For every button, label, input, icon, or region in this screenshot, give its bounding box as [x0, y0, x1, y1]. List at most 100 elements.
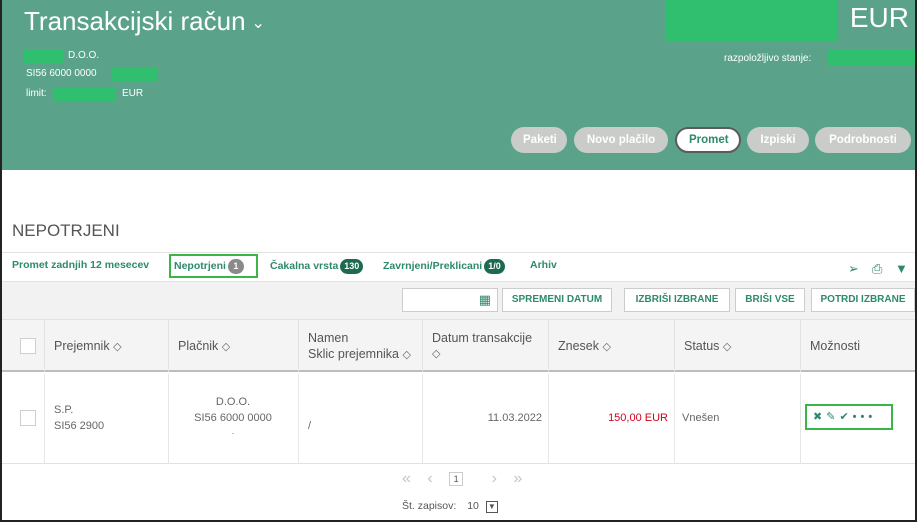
purpose-cell: / [308, 420, 312, 432]
next-page-icon[interactable]: › [492, 470, 497, 487]
payer-name: D.O.O. [215, 396, 251, 408]
first-page-icon[interactable]: « [402, 470, 411, 487]
send-icon[interactable]: ➢ [848, 261, 859, 277]
confirm-icon[interactable]: ✔ [839, 411, 852, 423]
table-row[interactable]: S.P. SI56 2900 D.O.O. SI56 6000 0000 . /… [2, 374, 915, 464]
prev-page-icon[interactable]: ‹ [427, 470, 432, 487]
balance-currency: EUR [849, 2, 909, 33]
action-bar: ▦ SPREMENI DATUM IZBRIŠI IZBRANE BRIŠI V… [2, 282, 915, 320]
filter-icon[interactable]: ▼ [895, 261, 908, 276]
pagination: « ‹ 1 › » [402, 470, 534, 488]
account-iban: SI56 6000 0000 [26, 68, 97, 79]
records-label: Št. zapisov: [402, 500, 457, 512]
page-title: NEPOTRJENI [12, 221, 120, 240]
column-options: Možnosti [810, 339, 861, 353]
masked-available [828, 50, 915, 65]
column-payer[interactable]: Plačnik ◇ [178, 338, 230, 355]
tab-rejected-cancelled[interactable]: Zavrnjeni/Preklicani 1/0 [383, 259, 505, 274]
delete-all-button[interactable]: BRIŠI VSE [735, 288, 805, 312]
sort-icon[interactable]: ◇ [403, 349, 411, 361]
account-title[interactable]: Transakcijski račun ⌄ [24, 6, 265, 37]
sort-icon[interactable]: ◇ [602, 341, 610, 353]
column-amount[interactable]: Znesek ◇ [558, 338, 611, 355]
column-divider [422, 374, 423, 464]
column-label: Znesek [558, 339, 599, 353]
recipient-name: S.P. [54, 404, 74, 416]
records-per-page: Št. zapisov: 10 ▼ [402, 500, 498, 513]
records-value[interactable]: 10 [467, 500, 479, 512]
delete-icon[interactable]: ✖ [813, 411, 826, 423]
packages-button[interactable]: Paketi [511, 127, 567, 153]
column-divider [674, 374, 675, 464]
column-label: Datum transakcije [432, 331, 533, 345]
column-date[interactable]: Datum transakcije ◇ [432, 330, 532, 362]
column-status[interactable]: Status ◇ [684, 338, 731, 355]
tab-count-badge: 1/0 [484, 259, 505, 274]
column-divider [422, 320, 423, 372]
tab-last-12-months[interactable]: Promet zadnjih 12 mesecev [12, 259, 149, 271]
masked-company-name [24, 50, 64, 63]
change-date-button[interactable]: SPREMENI DATUM [502, 288, 612, 312]
new-payment-button[interactable]: Novo plačilo [574, 127, 668, 153]
row-options: ✖✎✔••• [805, 404, 893, 430]
column-divider [44, 320, 45, 372]
delete-selected-button[interactable]: IZBRIŠI IZBRANE [624, 288, 730, 312]
row-checkbox[interactable] [20, 410, 36, 426]
column-label: Status [684, 339, 720, 353]
chevron-down-icon[interactable]: ▼ [485, 501, 498, 513]
masked-balance [665, 0, 837, 42]
column-label-2: Sklic prejemnika [308, 347, 400, 361]
edit-icon[interactable]: ✎ [826, 411, 839, 423]
statements-button[interactable]: Izpiski [747, 127, 809, 153]
tab-bar: Promet zadnjih 12 mesecev Nepotrjeni 1 Ča… [2, 252, 915, 282]
more-icon[interactable]: ••• [853, 411, 877, 423]
payer-extra: . [231, 426, 235, 436]
column-label: Prejemnik [54, 339, 110, 353]
column-divider [168, 320, 169, 372]
sort-icon[interactable]: ◇ [432, 346, 532, 362]
column-divider [800, 374, 801, 464]
tab-queue[interactable]: Čakalna vrsta 130 [270, 259, 364, 274]
column-divider [298, 374, 299, 464]
tab-archive[interactable]: Arhiv [530, 259, 557, 271]
date-input[interactable]: ▦ [402, 288, 498, 312]
current-page[interactable]: 1 [449, 471, 464, 486]
account-header: Transakcijski račun ⌄ D.O.O. SI56 6000 00… [2, 0, 915, 170]
column-divider [548, 320, 549, 372]
masked-limit [54, 88, 116, 101]
limit-label: limit: [26, 88, 47, 99]
column-divider [168, 374, 169, 464]
calendar-icon[interactable]: ▦ [479, 292, 491, 308]
masked-iban [112, 68, 158, 81]
column-label: Plačnik [178, 339, 219, 353]
sort-icon[interactable]: ◇ [222, 341, 230, 353]
tab-label: Čakalna vrsta [270, 260, 339, 272]
sort-icon[interactable]: ◇ [113, 341, 121, 353]
transactions-button[interactable]: Promet [675, 127, 741, 153]
confirm-selected-button[interactable]: POTRDI IZBRANE [811, 288, 915, 312]
table-header: Prejemnik ◇ Plačnik ◇ Namen Sklic prejemn… [2, 320, 915, 372]
tab-label: Arhiv [530, 259, 557, 271]
column-purpose[interactable]: Namen Sklic prejemnika ◇ [308, 330, 411, 363]
tab-label: Zavrnjeni/Preklicani [383, 260, 483, 272]
sort-icon[interactable]: ◇ [723, 341, 731, 353]
payer-cell: D.O.O. SI56 6000 0000 . [178, 394, 288, 436]
column-recipient[interactable]: Prejemnik ◇ [54, 338, 122, 355]
date-cell: 11.03.2022 [487, 412, 542, 424]
details-button[interactable]: Podrobnosti [815, 127, 911, 153]
payer-account: SI56 6000 0000 [194, 412, 272, 424]
limit-currency: EUR [122, 88, 144, 99]
column-label: Namen [308, 331, 349, 345]
column-divider [674, 320, 675, 372]
column-divider [44, 374, 45, 464]
select-all-checkbox[interactable] [20, 338, 36, 354]
column-divider [298, 320, 299, 372]
last-page-icon[interactable]: » [513, 470, 522, 487]
status-cell: Vnešen [682, 412, 720, 424]
column-divider [800, 320, 801, 372]
account-title-text: Transakcijski račun [24, 6, 246, 36]
print-icon[interactable]: ⎙ [872, 261, 882, 277]
chevron-down-icon[interactable]: ⌄ [252, 15, 265, 32]
tab-count-badge: 130 [340, 259, 364, 274]
column-divider [548, 374, 549, 464]
